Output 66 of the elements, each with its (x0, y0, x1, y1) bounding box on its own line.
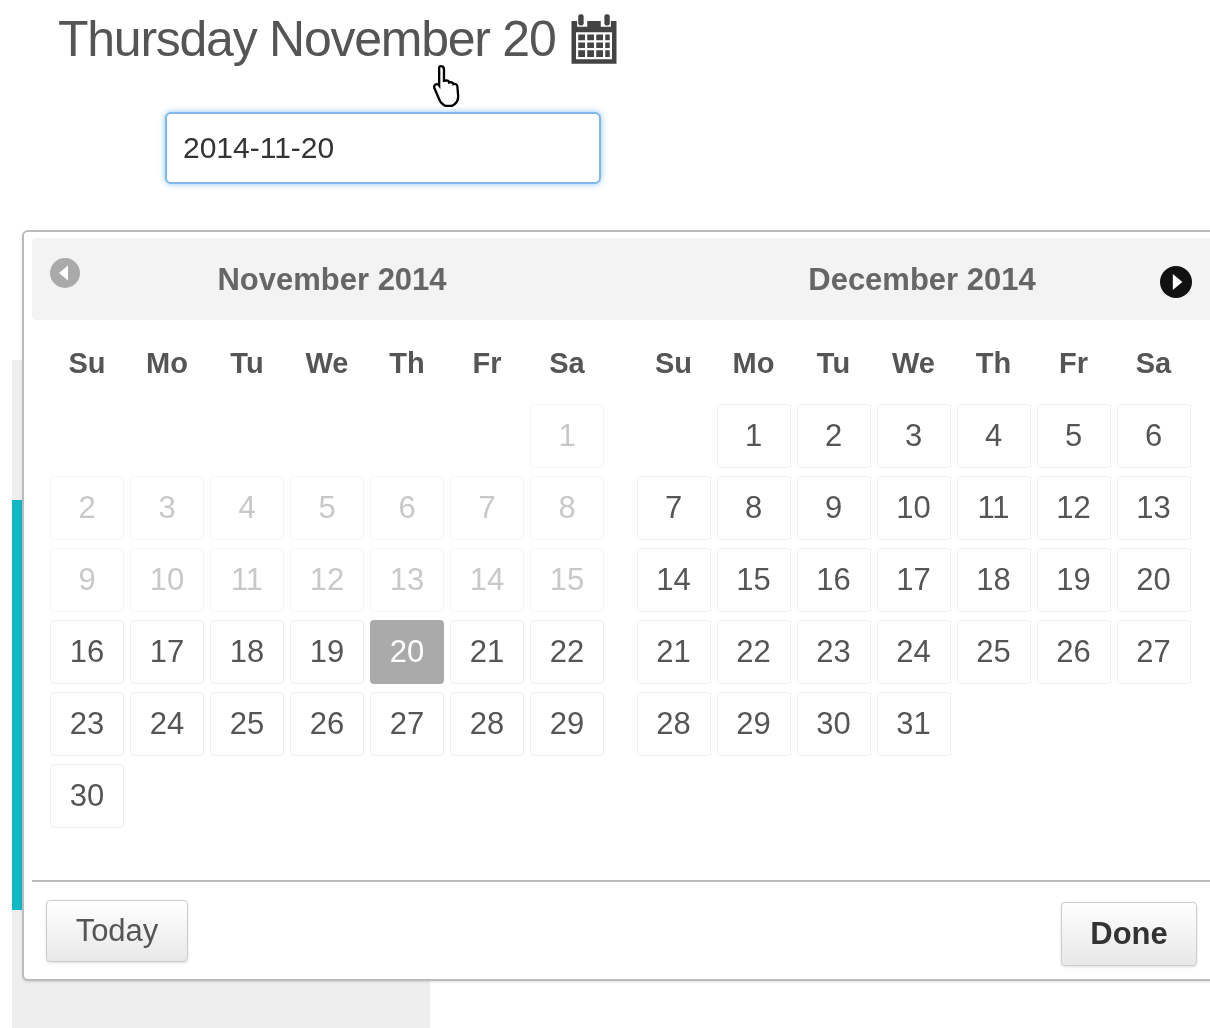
weekday-label: Su (68, 346, 106, 382)
day-cell[interactable]: 7 (636, 476, 711, 540)
day-cell[interactable]: 9 (796, 476, 871, 540)
day-cell[interactable]: 10 (876, 476, 951, 540)
weekday-label: We (892, 346, 935, 382)
date-heading: Thursday November 20 (58, 14, 556, 64)
day-cell[interactable]: 13 (1116, 476, 1191, 540)
day-cell[interactable]: 21 (636, 620, 711, 684)
day-cell[interactable]: 26 (290, 692, 364, 756)
weekday-label: Sa (549, 346, 585, 382)
day-cell[interactable]: 18 (956, 548, 1031, 612)
day-cell[interactable]: 28 (636, 692, 711, 756)
day-cell[interactable]: 6 (1116, 404, 1191, 468)
weekday-label: Tu (230, 346, 264, 382)
weekday-label: Fr (1059, 346, 1088, 382)
day-cell[interactable]: 20 (1116, 548, 1191, 612)
weekday-label: Sa (1135, 346, 1172, 382)
day-cell[interactable]: 28 (450, 692, 524, 756)
day-cell[interactable]: 2 (796, 404, 871, 468)
today-button[interactable]: Today (46, 900, 188, 962)
day-cell[interactable]: 21 (450, 620, 524, 684)
day-cell[interactable]: 15 (716, 548, 791, 612)
day-cell[interactable]: 17 (876, 548, 951, 612)
day-cell[interactable]: 24 (130, 692, 204, 756)
day-cell[interactable]: 12 (1036, 476, 1111, 540)
day-cell[interactable]: 18 (210, 620, 284, 684)
weekday-label: Su (654, 346, 693, 382)
weekday-label: Mo (146, 346, 188, 382)
date-input[interactable]: 2014-11-20 (165, 112, 601, 184)
day-cell[interactable]: 1 (716, 404, 791, 468)
day-cell[interactable]: 23 (50, 692, 124, 756)
weekday-label: Mo (732, 346, 775, 382)
day-cell[interactable]: 27 (370, 692, 444, 756)
day-cell[interactable]: 22 (716, 620, 791, 684)
day-cell[interactable]: 11 (956, 476, 1031, 540)
day-cell[interactable]: 24 (876, 620, 951, 684)
weekday-label: We (305, 346, 349, 382)
day-cell[interactable]: 27 (1116, 620, 1191, 684)
day-cell[interactable]: 22 (530, 620, 604, 684)
day-cell[interactable]: 16 (50, 620, 124, 684)
day-cell[interactable]: 29 (716, 692, 791, 756)
day-cell[interactable]: 26 (1036, 620, 1111, 684)
day-cell[interactable]: 19 (1036, 548, 1111, 612)
day-cell[interactable]: 23 (796, 620, 871, 684)
day-cell[interactable]: 25 (956, 620, 1031, 684)
weekday-label: Th (975, 346, 1012, 382)
day-cell[interactable]: 19 (290, 620, 364, 684)
weekday-label: Tu (816, 346, 851, 382)
day-cell[interactable]: 30 (50, 764, 124, 828)
day-cell[interactable]: 5 (1036, 404, 1111, 468)
next-icon[interactable] (1160, 266, 1192, 298)
day-cell[interactable]: 31 (876, 692, 951, 756)
day-cell[interactable]: 14 (636, 548, 711, 612)
day-cell[interactable]: 29 (530, 692, 604, 756)
day-cell[interactable]: 30 (796, 692, 871, 756)
day-cell[interactable]: 25 (210, 692, 284, 756)
day-cell[interactable]: 8 (716, 476, 791, 540)
day-cell[interactable]: 4 (956, 404, 1031, 468)
done-button[interactable]: Done (1061, 902, 1197, 966)
weekday-label: Th (389, 346, 425, 382)
month-title: November 2014 (217, 260, 447, 299)
month-title: December 2014 (808, 260, 1036, 299)
day-cell[interactable]: 17 (130, 620, 204, 684)
day-cell[interactable]: 16 (796, 548, 871, 612)
day-cell[interactable]: 3 (876, 404, 951, 468)
weekday-label: Fr (472, 346, 502, 382)
